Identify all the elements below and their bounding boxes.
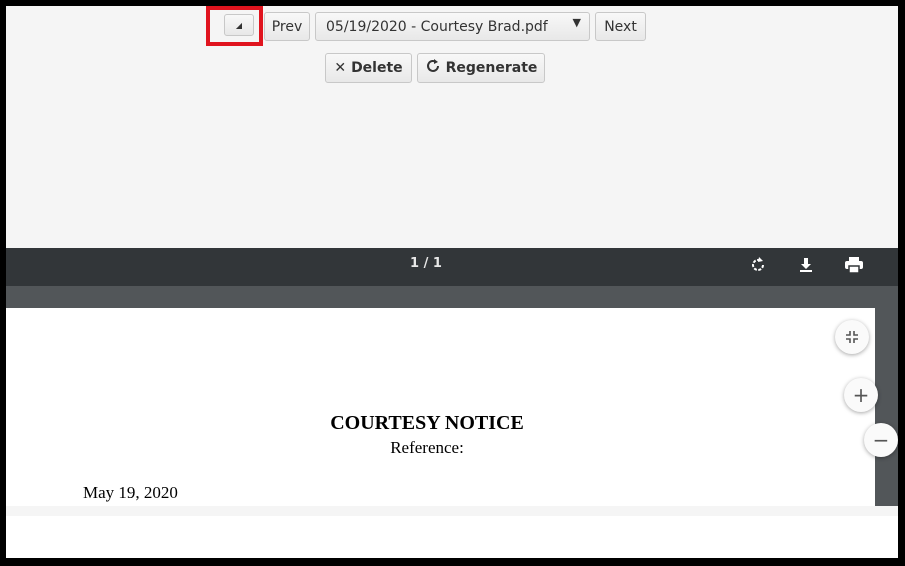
- triangle-icon: ◢: [235, 20, 243, 30]
- next-button[interactable]: Next: [595, 12, 646, 41]
- compress-icon: [846, 331, 858, 343]
- selected-file-name: 05/19/2020 - Courtesy Brad.pdf: [326, 18, 548, 35]
- delete-label: Delete: [351, 60, 403, 76]
- zoom-in-button[interactable]: +: [844, 378, 878, 412]
- document-date: May 19, 2020: [83, 483, 178, 502]
- prev-button[interactable]: Prev: [264, 12, 310, 41]
- print-icon[interactable]: [841, 252, 867, 278]
- fit-page-button[interactable]: [835, 320, 869, 354]
- page-counter: 1 / 1: [410, 256, 442, 271]
- file-select-dropdown[interactable]: 05/19/2020 - Courtesy Brad.pdf ▼: [315, 12, 590, 41]
- regenerate-button[interactable]: Regenerate: [417, 53, 545, 83]
- app-frame: ◢ Prev 05/19/2020 - Courtesy Brad.pdf ▼ …: [6, 6, 898, 558]
- collapse-button[interactable]: ◢: [224, 14, 254, 36]
- bottom-strip: [6, 506, 898, 516]
- delete-button[interactable]: ✕ Delete: [325, 53, 412, 83]
- document-title: COURTESY NOTICE: [330, 412, 524, 434]
- document-reference: Reference:: [390, 438, 464, 457]
- document-navigation-panel: ◢ Prev 05/19/2020 - Courtesy Brad.pdf ▼ …: [6, 6, 898, 248]
- pdf-toolbar: 1 / 1: [6, 248, 898, 286]
- close-icon: ✕: [334, 60, 347, 76]
- regenerate-label: Regenerate: [445, 60, 538, 76]
- refresh-icon: [425, 58, 441, 78]
- pdf-viewer: 1 / 1 COURTESY NOTICE Reference: May 19,…: [6, 248, 898, 506]
- zoom-out-button[interactable]: −: [864, 423, 898, 457]
- rotate-icon[interactable]: [745, 252, 771, 278]
- pdf-page: COURTESY NOTICE Reference: May 19, 2020: [6, 308, 875, 506]
- chevron-down-icon: ▼: [572, 16, 581, 29]
- download-icon[interactable]: [793, 252, 819, 278]
